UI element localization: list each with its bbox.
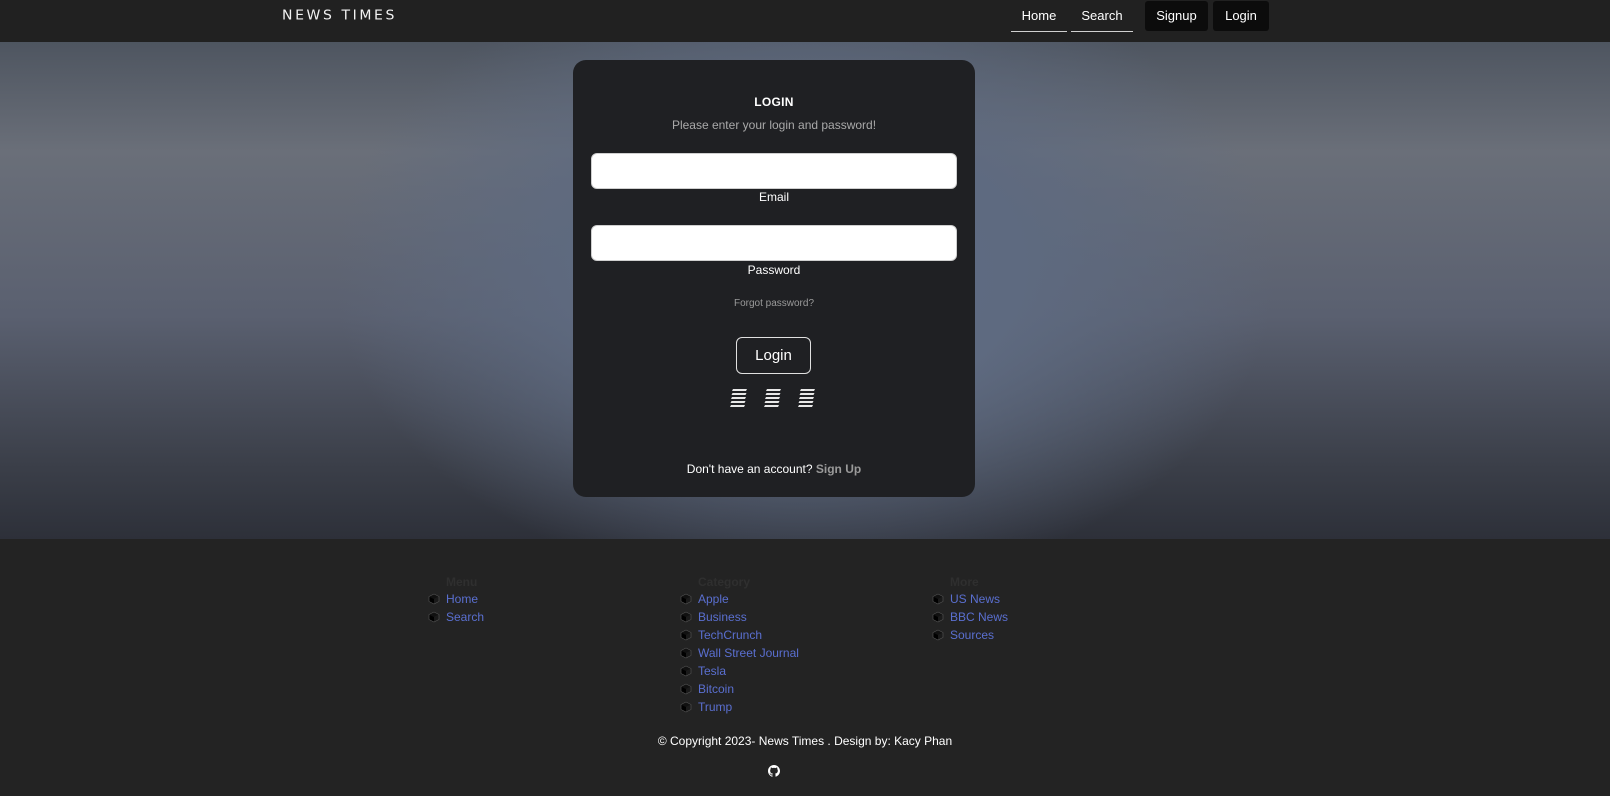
social-icon-3[interactable] [798, 388, 816, 408]
email-field[interactable] [591, 153, 957, 189]
footer-list-item: Sources [932, 626, 1008, 644]
cube-icon [428, 611, 440, 623]
footer: Menu Home Search Category Apple Business Te… [0, 539, 1610, 796]
navbar: NEWS TIMES Home Search Signup Login [0, 0, 1610, 42]
no-account-text: Don't have an account? [686, 462, 813, 476]
footer-list-item: BBC News [932, 608, 1008, 626]
email-label: Email [758, 190, 789, 204]
login-title: LOGIN [754, 95, 794, 109]
footer-link-apple[interactable]: Apple [698, 590, 729, 608]
footer-link-business[interactable]: Business [698, 608, 747, 626]
copyright-text: © Copyright 2023- News Times . Design by… [657, 734, 953, 748]
cube-icon [680, 629, 692, 641]
footer-link-trump[interactable]: Trump [698, 698, 732, 716]
nav-login-button[interactable]: Login [1213, 1, 1269, 31]
social-icon-1[interactable] [730, 388, 748, 408]
cube-icon [680, 611, 692, 623]
footer-menu-heading: Menu [446, 575, 478, 589]
cube-icon [680, 647, 692, 659]
social-icon-2[interactable] [764, 388, 782, 408]
signup-prompt: Don't have an account? Sign Up [573, 462, 975, 476]
cube-icon [680, 665, 692, 677]
login-subtitle: Please enter your login and password! [671, 118, 877, 132]
footer-link-home[interactable]: Home [446, 590, 478, 608]
login-submit-button[interactable]: Login [736, 337, 811, 374]
brand-logo[interactable]: NEWS TIMES [282, 9, 397, 24]
footer-list-item: TechCrunch [680, 626, 799, 644]
cube-icon [932, 593, 944, 605]
footer-link-us-news[interactable]: US News [950, 590, 1000, 608]
cube-icon [680, 683, 692, 695]
footer-list-item: Wall Street Journal [680, 644, 799, 662]
cube-icon [428, 593, 440, 605]
footer-list-item: Trump [680, 698, 799, 716]
footer-list-item: US News [932, 590, 1008, 608]
password-label: Password [747, 263, 801, 277]
footer-category-column: Category Apple Business TechCrunch Wall Str… [680, 574, 799, 716]
footer-link-bbc-news[interactable]: BBC News [950, 608, 1008, 626]
footer-link-sources[interactable]: Sources [950, 626, 994, 644]
footer-link-wall-street-journal[interactable]: Wall Street Journal [698, 644, 799, 662]
nav-signup-button[interactable]: Signup [1145, 1, 1208, 31]
footer-link-tesla[interactable]: Tesla [698, 662, 726, 680]
footer-menu-column: Menu Home Search [428, 574, 484, 626]
footer-link-bitcoin[interactable]: Bitcoin [698, 680, 734, 698]
signup-link[interactable]: Sign Up [816, 462, 861, 476]
password-field[interactable] [591, 225, 957, 261]
footer-list-item: Search [428, 608, 484, 626]
cube-icon [680, 593, 692, 605]
footer-list-item: Apple [680, 590, 799, 608]
forgot-password-link[interactable]: Forgot password? [573, 298, 975, 309]
footer-more-column: More US News BBC News Sources [932, 574, 1008, 644]
footer-link-techcrunch[interactable]: TechCrunch [698, 626, 762, 644]
cube-icon [932, 629, 944, 641]
footer-list-item: Home [428, 590, 484, 608]
github-icon[interactable] [768, 765, 780, 777]
footer-category-heading: Category [698, 575, 751, 589]
footer-link-search[interactable]: Search [446, 608, 484, 626]
nav-link-home[interactable]: Home [1011, 0, 1067, 32]
nav-link-search[interactable]: Search [1071, 0, 1133, 32]
footer-list-item: Business [680, 608, 799, 626]
footer-list-item: Bitcoin [680, 680, 799, 698]
footer-list-item: Tesla [680, 662, 799, 680]
footer-more-heading: More [950, 575, 979, 589]
cube-icon [932, 611, 944, 623]
cube-icon [680, 701, 692, 713]
